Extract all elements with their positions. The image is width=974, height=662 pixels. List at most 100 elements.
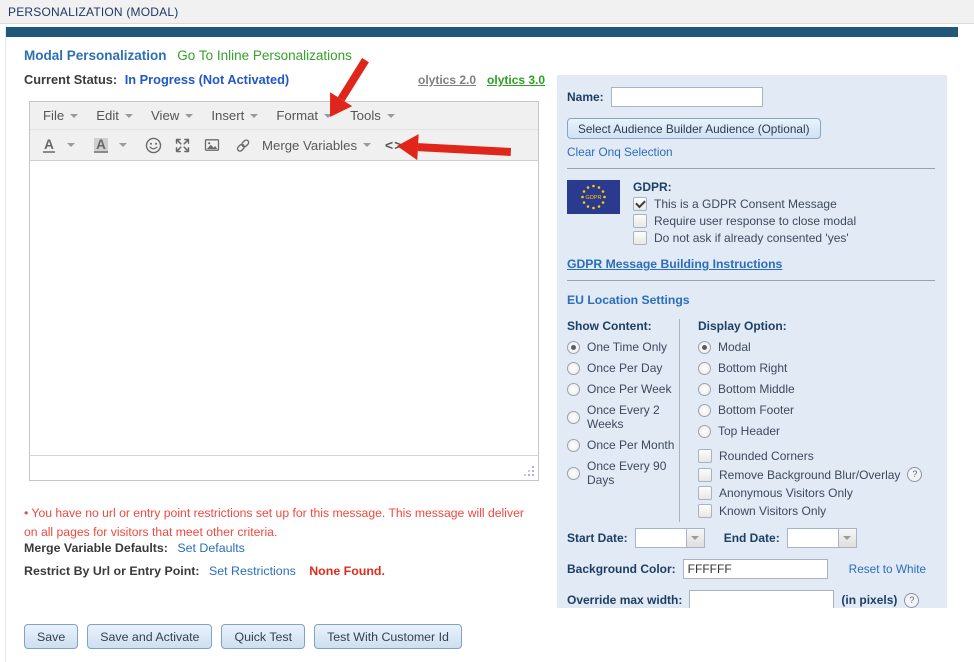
radio-icon[interactable] — [698, 404, 711, 417]
max-width-units-label: (in pixels) — [841, 593, 897, 607]
gdpr-do-not-ask-checkbox-row[interactable]: Do not ask if already consented 'yes' — [633, 231, 856, 245]
radio-top-header[interactable]: Top Header — [698, 424, 922, 438]
radio-icon[interactable] — [567, 383, 580, 396]
anonymous-visitors-checkbox-row[interactable]: Anonymous Visitors Only — [698, 486, 922, 500]
set-restrictions-link[interactable]: Set Restrictions — [209, 564, 296, 578]
editor-content[interactable] — [30, 161, 538, 455]
clear-onq-selection-link[interactable]: Clear Onq Selection — [567, 145, 673, 159]
start-date-select[interactable] — [635, 528, 705, 548]
radio-icon[interactable] — [567, 439, 580, 452]
olytics-3-link[interactable]: olytics 3.0 — [487, 73, 545, 87]
checkbox[interactable] — [698, 504, 712, 518]
start-date-dropdown-button[interactable] — [687, 528, 705, 548]
radio-once-per-week[interactable]: Once Per Week — [567, 382, 679, 396]
text-color-caret[interactable] — [61, 133, 81, 157]
menu-format[interactable]: Format — [267, 106, 341, 125]
radio-label: Modal — [718, 340, 751, 354]
divider — [567, 280, 935, 281]
text-color-button[interactable]: A — [39, 133, 59, 157]
eu-location-settings-link[interactable]: EU Location Settings — [567, 293, 935, 307]
chevron-down-icon — [119, 143, 127, 147]
max-width-row: Override max width: (in pixels) ? — [567, 590, 935, 608]
set-defaults-link[interactable]: Set Defaults — [177, 541, 245, 555]
name-input[interactable] — [611, 87, 763, 107]
radio-once-every-2-weeks[interactable]: Once Every 2 Weeks — [567, 403, 679, 431]
remove-blur-checkbox-row[interactable]: Remove Background Blur/Overlay ? — [698, 467, 922, 482]
menu-file-label: File — [43, 108, 64, 123]
menu-insert[interactable]: Insert — [202, 106, 267, 125]
known-visitors-checkbox-row[interactable]: Known Visitors Only — [698, 504, 922, 518]
end-date-dropdown-button[interactable] — [839, 528, 857, 548]
gdpr-require-response-checkbox-row[interactable]: Require user response to close modal — [633, 214, 856, 228]
gdpr-instructions-link[interactable]: GDPR Message Building Instructions — [567, 257, 782, 271]
menu-file[interactable]: File — [34, 106, 87, 125]
status-label: Current Status: — [24, 72, 117, 87]
checkbox[interactable] — [698, 486, 712, 500]
radio-once-per-day[interactable]: Once Per Day — [567, 361, 679, 375]
app-header: PERSONALIZATION (MODAL) — [0, 0, 974, 24]
gdpr-consent-checkbox-row[interactable]: This is a GDPR Consent Message — [633, 197, 856, 211]
merge-variables-label: Merge Variables — [262, 138, 357, 153]
restrict-row: Restrict By Url or Entry Point: Set Rest… — [24, 564, 385, 578]
end-date-value[interactable] — [787, 528, 839, 548]
radio-bottom-footer[interactable]: Bottom Footer — [698, 403, 922, 417]
save-button[interactable]: Save — [24, 624, 78, 649]
help-icon[interactable]: ? — [907, 467, 922, 482]
radio-icon[interactable] — [567, 467, 580, 480]
background-color-caret[interactable] — [113, 133, 133, 157]
radio-icon[interactable] — [567, 341, 580, 354]
radio-icon[interactable] — [567, 362, 580, 375]
chevron-down-icon — [67, 143, 75, 147]
resize-grip-icon[interactable] — [524, 466, 535, 477]
chevron-down-icon — [125, 114, 133, 118]
radio-modal[interactable]: Modal — [698, 340, 922, 354]
radio-label: One Time Only — [587, 340, 667, 354]
radio-bottom-middle[interactable]: Bottom Middle — [698, 382, 922, 396]
select-audience-button[interactable]: Select Audience Builder Audience (Option… — [567, 118, 821, 139]
help-icon[interactable]: ? — [904, 593, 919, 608]
radio-icon[interactable] — [698, 383, 711, 396]
radio-one-time-only[interactable]: One Time Only — [567, 340, 679, 354]
menu-view[interactable]: View — [142, 106, 202, 125]
radio-label: Bottom Footer — [718, 403, 794, 417]
menu-edit[interactable]: Edit — [87, 106, 142, 125]
start-date-value[interactable] — [635, 528, 687, 548]
radio-bottom-right[interactable]: Bottom Right — [698, 361, 922, 375]
menu-tools[interactable]: Tools — [341, 106, 404, 125]
end-date-select[interactable] — [787, 528, 857, 548]
background-color-input[interactable] — [683, 559, 828, 579]
checkbox-label: Remove Background Blur/Overlay — [719, 468, 900, 482]
insert-image-button[interactable] — [201, 133, 223, 157]
inline-personalizations-link[interactable]: Go To Inline Personalizations — [177, 48, 352, 63]
radio-icon[interactable] — [698, 362, 711, 375]
radio-once-every-90-days[interactable]: Once Every 90 Days — [567, 459, 679, 487]
checkbox[interactable] — [633, 231, 647, 245]
rounded-corners-checkbox-row[interactable]: Rounded Corners — [698, 449, 922, 463]
checkbox[interactable] — [633, 214, 647, 228]
radio-once-per-month[interactable]: Once Per Month — [567, 438, 679, 452]
checkbox[interactable] — [698, 449, 712, 463]
radio-icon[interactable] — [698, 425, 711, 438]
max-width-input[interactable] — [689, 590, 834, 608]
insert-link-button[interactable] — [232, 133, 254, 157]
page-title: PERSONALIZATION (MODAL) — [8, 5, 178, 19]
text-color-icon: A — [43, 138, 55, 153]
checkbox[interactable] — [633, 197, 647, 211]
merge-variables-menu[interactable]: Merge Variables — [262, 138, 371, 153]
menu-view-label: View — [151, 108, 179, 123]
quick-test-button[interactable]: Quick Test — [221, 624, 305, 649]
merge-defaults-row: Merge Variable Defaults: Set Defaults — [24, 541, 245, 555]
background-color-button[interactable]: A — [91, 133, 111, 157]
radio-icon[interactable] — [567, 411, 580, 424]
save-and-activate-button[interactable]: Save and Activate — [87, 624, 212, 649]
source-code-button[interactable]: <> — [383, 133, 405, 157]
reset-to-white-link[interactable]: Reset to White — [849, 562, 926, 576]
olytics-2-link[interactable]: olytics 2.0 — [418, 73, 476, 87]
fullscreen-button[interactable] — [172, 133, 193, 157]
test-with-customer-id-button[interactable]: Test With Customer Id — [314, 624, 462, 649]
radio-icon[interactable] — [698, 341, 711, 354]
checkbox[interactable] — [698, 468, 712, 482]
menu-format-label: Format — [276, 108, 318, 123]
emoticons-button[interactable] — [143, 133, 164, 157]
name-label: Name: — [567, 90, 604, 104]
